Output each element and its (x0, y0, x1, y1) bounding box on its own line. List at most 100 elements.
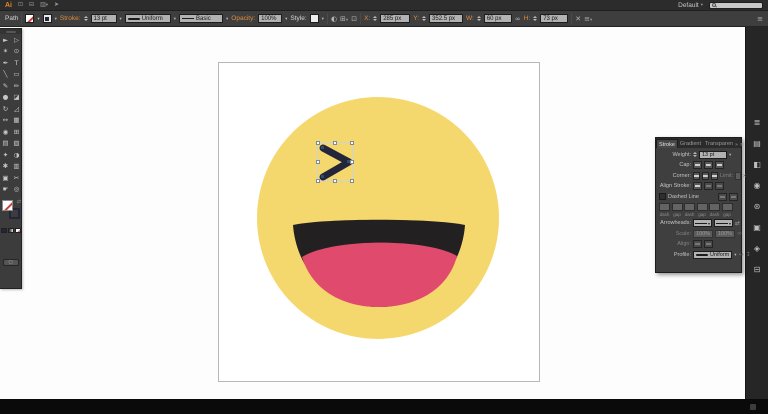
stroke-weight-stepper[interactable] (83, 16, 88, 21)
gradient-button[interactable] (7, 228, 14, 233)
chevron-down-icon[interactable]: ▾ (226, 16, 228, 22)
symbols-icon[interactable]: ⊛ (749, 200, 765, 212)
chevron-down-icon[interactable]: ▾ (37, 16, 39, 22)
x-field[interactable]: 285 px (380, 14, 411, 23)
mesh-tool[interactable]: ▤ (0, 138, 11, 150)
align-stroke-center-button[interactable] (693, 182, 702, 190)
fill-color-swatch[interactable] (25, 14, 35, 23)
slice-tool[interactable]: ✂ (11, 172, 22, 184)
eyedropper-tool[interactable]: ✦ (0, 149, 11, 161)
tab-gradient[interactable]: Gradient (678, 139, 703, 148)
chevron-down-icon[interactable]: ▾ (734, 252, 736, 258)
shape-builder-tool[interactable]: ◉ (0, 126, 11, 138)
selection-handle[interactable] (333, 141, 337, 145)
arrowhead-end-select[interactable]: ▾ (714, 219, 734, 227)
x-stepper[interactable] (373, 16, 378, 21)
y-stepper[interactable] (422, 16, 427, 21)
weight-stepper[interactable] (693, 152, 697, 157)
swap-fill-stroke-icon[interactable]: ⇄ (17, 199, 21, 205)
align-stroke-inside-button[interactable] (704, 182, 713, 190)
scale-tool[interactable]: ◿ (11, 103, 22, 115)
lasso-tool[interactable]: ⊙ (11, 46, 22, 58)
miter-join-button[interactable] (693, 171, 700, 180)
fill-swatch[interactable] (2, 200, 13, 211)
selection-handle[interactable] (350, 141, 354, 145)
workspace-switcher[interactable]: Default ▾ (678, 2, 703, 9)
stroke-weight-field[interactable]: 13 pt (90, 14, 117, 23)
brushes-icon[interactable]: ◉ (749, 179, 765, 191)
symbol-sprayer-tool[interactable]: ✱ (0, 161, 11, 173)
dashed-line-checkbox[interactable] (659, 193, 666, 200)
path-anchor-point[interactable] (347, 160, 350, 163)
rotate-tool[interactable]: ↻ (0, 103, 11, 115)
color-guide-icon[interactable]: ▤ (749, 137, 765, 149)
path-anchor-point[interactable] (321, 175, 324, 178)
zoom-tool[interactable]: ◎ (11, 184, 22, 196)
rectangle-tool[interactable]: ▭ (11, 69, 22, 81)
arrange-documents-icon[interactable]: ⊟ (29, 0, 34, 10)
tab-stroke[interactable]: Stroke (656, 139, 678, 148)
selection-handle[interactable] (316, 141, 320, 145)
w-stepper[interactable] (476, 16, 481, 21)
bevel-join-button[interactable] (711, 171, 718, 180)
h-stepper[interactable] (533, 16, 538, 21)
eraser-tool[interactable]: ◪ (11, 92, 22, 104)
line-segment-tool[interactable]: ╲ (0, 69, 11, 81)
swap-arrowheads-icon[interactable]: ⇄ (735, 220, 740, 227)
selection-handle[interactable] (333, 179, 337, 183)
round-cap-button[interactable] (704, 161, 713, 169)
share-icon[interactable]: ➤ (54, 0, 59, 10)
width-profile-select[interactable]: Uniform (124, 14, 171, 23)
align-stroke-outside-button[interactable] (715, 182, 724, 190)
profile-select[interactable]: Uniform (693, 250, 733, 259)
pen-tool[interactable]: ✒ (0, 57, 11, 69)
chevron-down-icon[interactable]: ▾ (322, 16, 324, 22)
blend-tool[interactable]: ◑ (11, 149, 22, 161)
chevron-down-icon[interactable]: ▾ (174, 16, 176, 22)
butt-cap-button[interactable] (693, 161, 702, 169)
width-tool[interactable]: ↔ (0, 115, 11, 127)
tab-transparency[interactable]: Transparen (703, 139, 735, 148)
magic-wand-tool[interactable]: ✶ (0, 46, 11, 58)
control-panel-menu-icon[interactable]: ≡ (757, 15, 763, 23)
system-tray-icon[interactable] (750, 403, 756, 410)
h-field[interactable]: 73 px (540, 14, 569, 23)
type-tool[interactable]: T (11, 57, 22, 69)
round-join-button[interactable] (702, 171, 709, 180)
chevron-down-icon[interactable]: ▾ (285, 16, 287, 22)
search-input[interactable] (709, 1, 763, 9)
align-options-icon[interactable]: ⊞▾ (340, 15, 348, 23)
recolor-artwork-icon[interactable]: ◐ (331, 15, 337, 23)
gradient-tool[interactable]: ▧ (11, 138, 22, 150)
color-button[interactable] (0, 228, 7, 233)
style-swatch[interactable] (309, 14, 319, 23)
w-field[interactable]: 60 px (483, 14, 512, 23)
direct-selection-tool[interactable]: ▷ (11, 34, 22, 46)
chevron-down-icon[interactable]: ▾ (55, 16, 57, 22)
selection-handle[interactable] (350, 179, 354, 183)
constrain-proportions-icon[interactable]: ∞ (515, 15, 521, 23)
perspective-grid-tool[interactable]: ⊞ (11, 126, 22, 138)
collapse-panel-icon[interactable]: » (735, 142, 738, 148)
free-transform-tool[interactable]: ▦ (11, 115, 22, 127)
none-button[interactable] (14, 228, 21, 233)
isolate-object-icon[interactable]: ✕ (575, 15, 581, 23)
opacity-field[interactable]: 100% (258, 14, 283, 23)
y-field[interactable]: 352.5 px (429, 14, 464, 23)
panel-menu-icon[interactable]: ≡ (740, 142, 744, 148)
blob-brush-tool[interactable]: ● (0, 92, 11, 104)
weight-field[interactable]: 13 pt (699, 150, 727, 159)
document-layout-icon[interactable]: ▥▾ (40, 0, 48, 11)
paintbrush-tool[interactable]: ✎ (0, 80, 11, 92)
selection-handle[interactable] (316, 179, 320, 183)
reference-point-icon[interactable]: ⊡ (351, 15, 357, 23)
layers-icon[interactable]: ⊟ (749, 263, 765, 275)
chevron-down-icon[interactable]: ▾ (729, 152, 731, 158)
color-icon[interactable]: ≣ (749, 116, 765, 128)
artboard[interactable] (218, 62, 540, 382)
stroke-color-swatch[interactable] (42, 14, 52, 23)
artboard-tool[interactable]: ▣ (0, 172, 11, 184)
pencil-tool[interactable]: ✏ (11, 80, 22, 92)
bridge-icon[interactable]: ⊡ (18, 0, 23, 10)
stroke-panel-link[interactable]: Stroke: (60, 15, 81, 22)
